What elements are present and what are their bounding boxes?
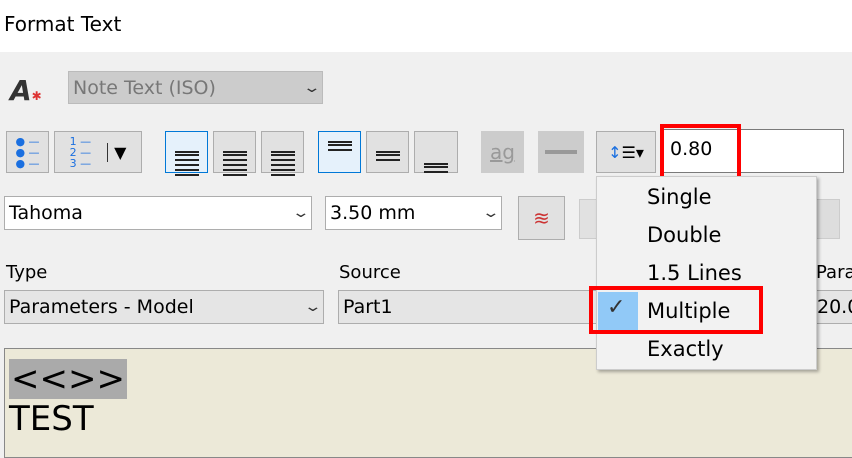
menu-item-exactly[interactable]: Exactly	[647, 337, 724, 361]
window-title: Format Text	[4, 12, 122, 36]
bullet-list-button[interactable]: ● — ● — ● —	[6, 131, 49, 173]
numbered-list-button[interactable]: 1 —2 —3 — ▼	[54, 131, 142, 173]
source-select[interactable]: Part1	[338, 290, 608, 324]
align-left-button[interactable]	[165, 131, 208, 176]
dropdown-arrow-icon: ▼	[107, 142, 126, 162]
type-label: Type	[6, 262, 48, 283]
layers-icon: ≋	[533, 206, 550, 230]
parameter-select[interactable]: 20.0	[812, 290, 852, 324]
source-label: Source	[339, 262, 401, 283]
align-bottom-icon	[424, 163, 448, 173]
style-select-value: Note Text (ISO)	[73, 76, 216, 99]
layers-button[interactable]: ≋	[518, 196, 565, 240]
font-value: Tahoma	[9, 202, 83, 224]
align-center-button[interactable]	[213, 131, 256, 176]
bullet-list-icon: ● — ● — ● —	[15, 134, 40, 170]
chevron-down-icon: ⌄	[481, 205, 501, 221]
text-style-icon: A✱	[10, 74, 42, 107]
align-left-icon	[174, 151, 199, 176]
size-value: 3.50 mm	[330, 202, 416, 224]
size-select[interactable]: 3.50 mm ⌄	[325, 196, 502, 230]
align-top-icon	[327, 141, 352, 151]
line-spacing-menu: ✓ Single Double 1.5 Lines Multiple Exact…	[596, 176, 817, 370]
align-middle-icon	[375, 151, 400, 161]
align-top-button[interactable]	[318, 131, 361, 173]
align-middle-button[interactable]	[366, 131, 409, 173]
font-select[interactable]: Tahoma ⌄	[4, 196, 312, 230]
menu-item-1-5-lines[interactable]: 1.5 Lines	[647, 261, 742, 285]
align-bottom-button[interactable]	[414, 131, 458, 173]
menu-item-double[interactable]: Double	[647, 223, 721, 247]
align-right-button[interactable]	[261, 131, 304, 176]
line-spacing-icon: ↕☰▾	[608, 142, 644, 162]
chevron-down-icon: ⌄	[302, 79, 322, 96]
align-center-icon	[222, 151, 247, 176]
parameter-label: Paramet	[816, 262, 852, 283]
stack-label: ag	[490, 140, 515, 164]
numbered-list-icon: 1 —2 —3 —	[69, 134, 92, 170]
title-bar: Format Text	[0, 0, 852, 52]
type-value: Parameters - Model	[9, 296, 194, 318]
line-icon	[545, 150, 577, 154]
parameter-value: 20.0	[817, 296, 852, 318]
editor-line-1: <<>>	[9, 359, 127, 399]
line-spacing-button[interactable]: ↕☰▾	[596, 131, 656, 173]
stack-button[interactable]: ag	[481, 131, 524, 173]
source-value: Part1	[343, 296, 393, 318]
spacing-highlight	[660, 124, 741, 180]
style-select[interactable]: Note Text (ISO) ⌄	[68, 71, 323, 104]
menu-item-single[interactable]: Single	[647, 185, 712, 209]
multiple-highlight	[589, 286, 763, 334]
type-select[interactable]: Parameters - Model ⌄	[4, 290, 324, 324]
align-right-icon	[270, 151, 295, 176]
chevron-down-icon: ⌄	[291, 205, 311, 221]
line-button[interactable]	[538, 131, 584, 173]
chevron-down-icon: ⌄	[303, 299, 323, 315]
editor-line-2: TEST	[9, 399, 94, 439]
